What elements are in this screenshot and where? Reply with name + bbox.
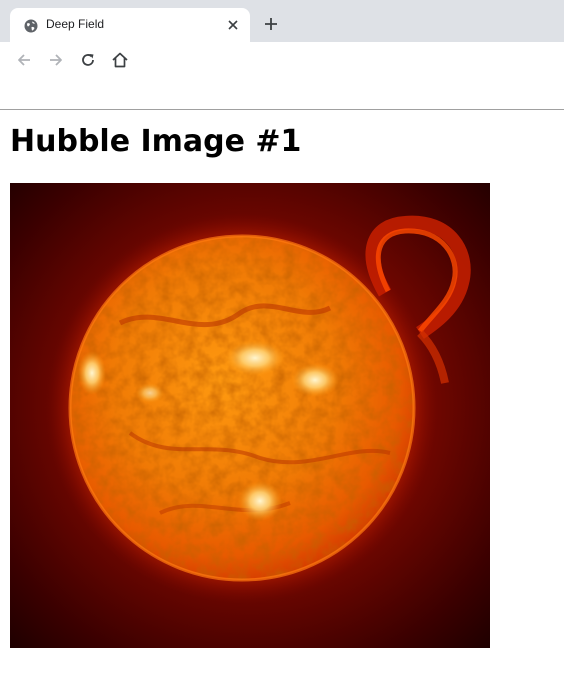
close-icon[interactable] [225,17,241,33]
globe-icon [24,18,38,33]
reload-icon[interactable] [78,50,98,70]
page-title: Hubble Image #1 [10,124,302,159]
page-content: Hubble Image #1 [0,110,564,684]
home-icon[interactable] [110,50,130,70]
sun-image [10,183,490,648]
toolbar [0,42,564,110]
plus-icon[interactable] [262,15,280,33]
tab-deep-field[interactable]: Deep Field [10,8,250,42]
tab-strip: Deep Field [0,0,564,42]
arrow-right-icon[interactable] [46,50,66,70]
tab-title: Deep Field [46,17,105,31]
browser-window: Deep Field Hubble Image #1 [0,0,564,684]
arrow-left-icon[interactable] [14,50,34,70]
